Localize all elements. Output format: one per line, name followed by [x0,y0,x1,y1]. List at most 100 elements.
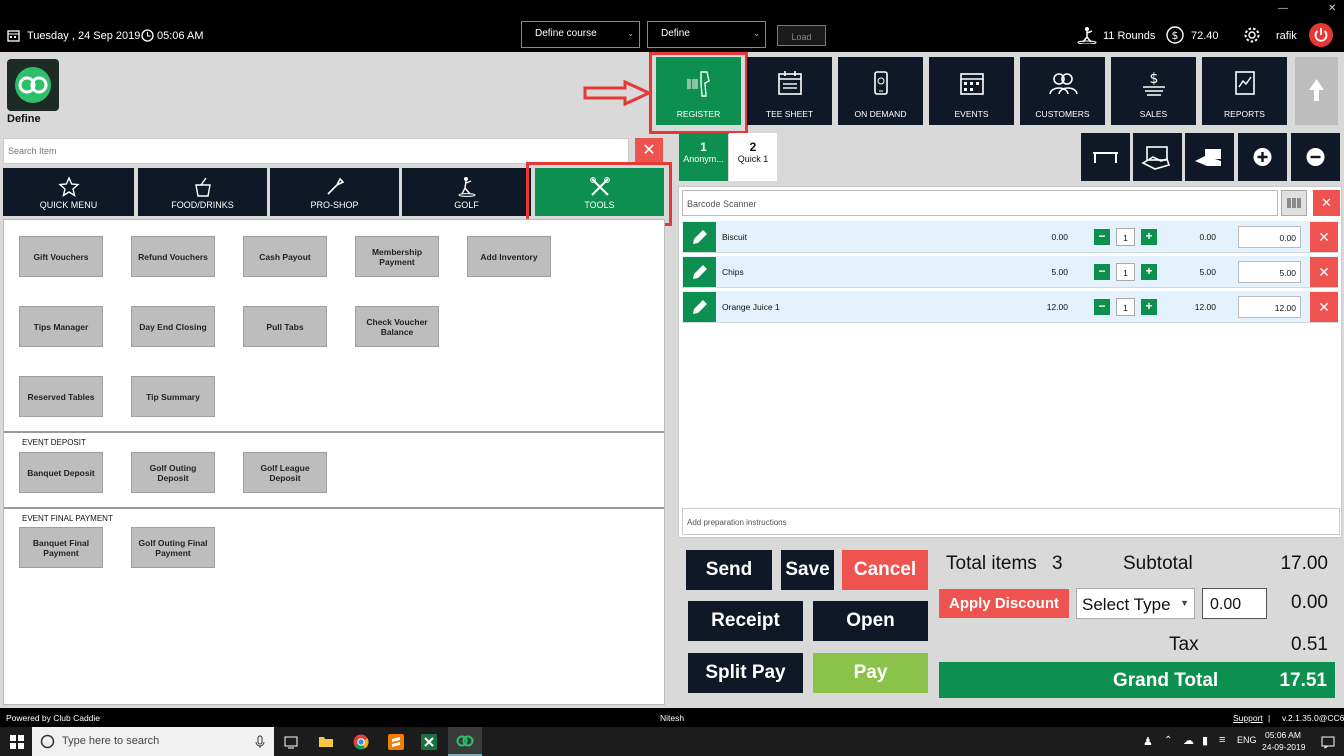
remove-item-button[interactable]: ✕ [1310,292,1338,322]
clear-barcode-button[interactable]: ✕ [1313,190,1340,216]
decrease-qty-button[interactable]: − [1094,229,1110,245]
tile-tip-summary[interactable]: Tip Summary [131,376,215,417]
window-close-button[interactable]: ✕ [1328,3,1336,14]
cart-item-qty[interactable]: 1 [1116,298,1135,316]
category-tools[interactable]: TOOLS [535,168,664,216]
tab-order-1[interactable]: 1 Anonym... [679,133,728,181]
tile-golf-outing-deposit[interactable]: Golf Outing Deposit [131,452,215,493]
nav-sales[interactable]: $ SALES [1111,57,1196,125]
scroll-up-button[interactable] [1295,57,1338,125]
preparation-instructions-input[interactable]: Add preparation instructions [682,508,1340,535]
discount-type-select[interactable]: Select Type ▼ [1076,588,1195,619]
hand-pay-button[interactable] [1185,133,1234,181]
nav-reports[interactable]: REPORTS [1202,57,1287,125]
pay-button[interactable]: Pay [813,653,928,693]
tile-banquet-final-payment[interactable]: Banquet Final Payment [19,527,103,568]
decrease-qty-button[interactable]: − [1094,299,1110,315]
cart-item-qty[interactable]: 1 [1116,228,1135,246]
add-qty-button[interactable] [1238,133,1287,181]
remove-item-button[interactable]: ✕ [1310,257,1338,287]
tile-banquet-deposit[interactable]: Banquet Deposit [19,452,103,493]
excel-icon[interactable] [421,734,437,750]
tile-pull-tabs[interactable]: Pull Tabs [243,306,327,347]
support-link[interactable]: Support [1233,713,1263,723]
load-button[interactable]: Load [777,25,826,46]
nav-on-demand[interactable]: ON DEMAND [838,57,923,125]
task-view-icon[interactable] [284,735,298,749]
hand-card-button[interactable] [1133,133,1182,181]
tile-day-end-closing[interactable]: Day End Closing [131,306,215,347]
nav-customers[interactable]: CUSTOMERS [1020,57,1105,125]
tile-add-inventory[interactable]: Add Inventory [467,236,551,277]
clear-search-button[interactable]: ✕ [635,138,663,164]
barcode-scanner-input[interactable]: Barcode Scanner [682,190,1278,216]
receipt-button[interactable]: Receipt [688,601,803,641]
increase-qty-button[interactable]: + [1141,299,1157,315]
tile-tips-manager[interactable]: Tips Manager [19,306,103,347]
edit-item-button[interactable] [683,257,716,287]
discount-amount-input[interactable]: 0.00 [1202,588,1267,619]
table-button[interactable] [1081,133,1130,181]
clubcaddie-taskbar-app[interactable] [448,727,482,756]
chevron-up-icon[interactable]: ⌃ [1164,735,1172,746]
taskbar-date[interactable]: 24-09-2019 [1262,742,1305,752]
remove-item-button[interactable]: ✕ [1310,222,1338,252]
file-explorer-icon[interactable] [318,734,334,748]
send-button[interactable]: Send [686,550,772,590]
window-minimize-button[interactable]: — [1278,3,1288,14]
notification-icon[interactable] [1321,735,1335,749]
increase-qty-button[interactable]: + [1141,264,1157,280]
tile-gift-vouchers[interactable]: Gift Vouchers [19,236,103,277]
tile-reserved-tables[interactable]: Reserved Tables [19,376,103,417]
category-food-drinks[interactable]: FOOD/DRINKS [138,168,267,216]
category-golf[interactable]: GOLF [402,168,531,216]
nav-tee-sheet[interactable]: TEE SHEET [747,57,832,125]
edit-item-button[interactable] [683,222,716,252]
tile-membership-payment[interactable]: Membership Payment [355,236,439,277]
nav-register[interactable]: REGISTER [656,57,741,125]
cloud-icon[interactable]: ☁ [1183,734,1194,747]
power-button[interactable] [1309,23,1333,47]
tile-golf-league-deposit[interactable]: Golf League Deposit [243,452,327,493]
taskbar-time[interactable]: 05:06 AM [1265,730,1301,740]
cart-item-total-input[interactable]: 5.00 [1238,261,1301,283]
tile-golf-outing-final-payment[interactable]: Golf Outing Final Payment [131,527,215,568]
language-indicator[interactable]: ENG [1237,735,1257,745]
split-pay-button[interactable]: Split Pay [688,653,803,693]
people-icon[interactable]: ♟ [1143,735,1153,748]
cart-item-name: Biscuit [722,232,748,242]
cart-item-qty[interactable]: 1 [1116,263,1135,281]
category-pro-shop[interactable]: PRO-SHOP [270,168,399,216]
sublime-icon[interactable] [388,734,404,750]
course-select[interactable]: Define course ⌄ [521,21,640,48]
tab-order-2-label: Quick 1 [737,154,769,164]
search-item-input[interactable]: Search Item [3,138,629,164]
network-icon[interactable]: ≡ [1219,734,1225,746]
windows-start-icon[interactable] [10,735,24,749]
cancel-button[interactable]: Cancel [842,550,928,590]
tile-cash-payout[interactable]: Cash Payout [243,236,327,277]
edit-item-button[interactable] [683,292,716,322]
nav-events[interactable]: EVENTS [929,57,1014,125]
balance-amount: 72.40 [1191,30,1219,42]
battery-icon[interactable]: ▮ [1202,734,1208,747]
chrome-icon[interactable] [353,734,369,750]
cart-item-price: 12.00 [1046,302,1068,312]
tile-refund-vouchers[interactable]: Refund Vouchers [131,236,215,277]
increase-qty-button[interactable]: + [1141,229,1157,245]
save-button[interactable]: Save [781,550,834,590]
taskbar-search-input[interactable]: Type here to search [32,727,274,756]
category-quick-menu[interactable]: QUICK MENU [3,168,134,216]
tile-check-voucher-balance[interactable]: Check Voucher Balance [355,306,439,347]
cart-item-total-input[interactable]: 0.00 [1238,226,1301,248]
tab-order-2[interactable]: 2 Quick 1 [729,133,777,181]
remove-qty-button[interactable] [1291,133,1340,181]
define-select[interactable]: Define ⌄ [647,21,766,48]
open-button[interactable]: Open [813,601,928,641]
apply-discount-button[interactable]: Apply Discount [939,589,1069,618]
microphone-icon[interactable] [255,735,265,749]
decrease-qty-button[interactable]: − [1094,264,1110,280]
barcode-button[interactable] [1281,190,1307,216]
gear-icon[interactable] [1243,26,1261,44]
cart-item-total-input[interactable]: 12.00 [1238,296,1301,318]
